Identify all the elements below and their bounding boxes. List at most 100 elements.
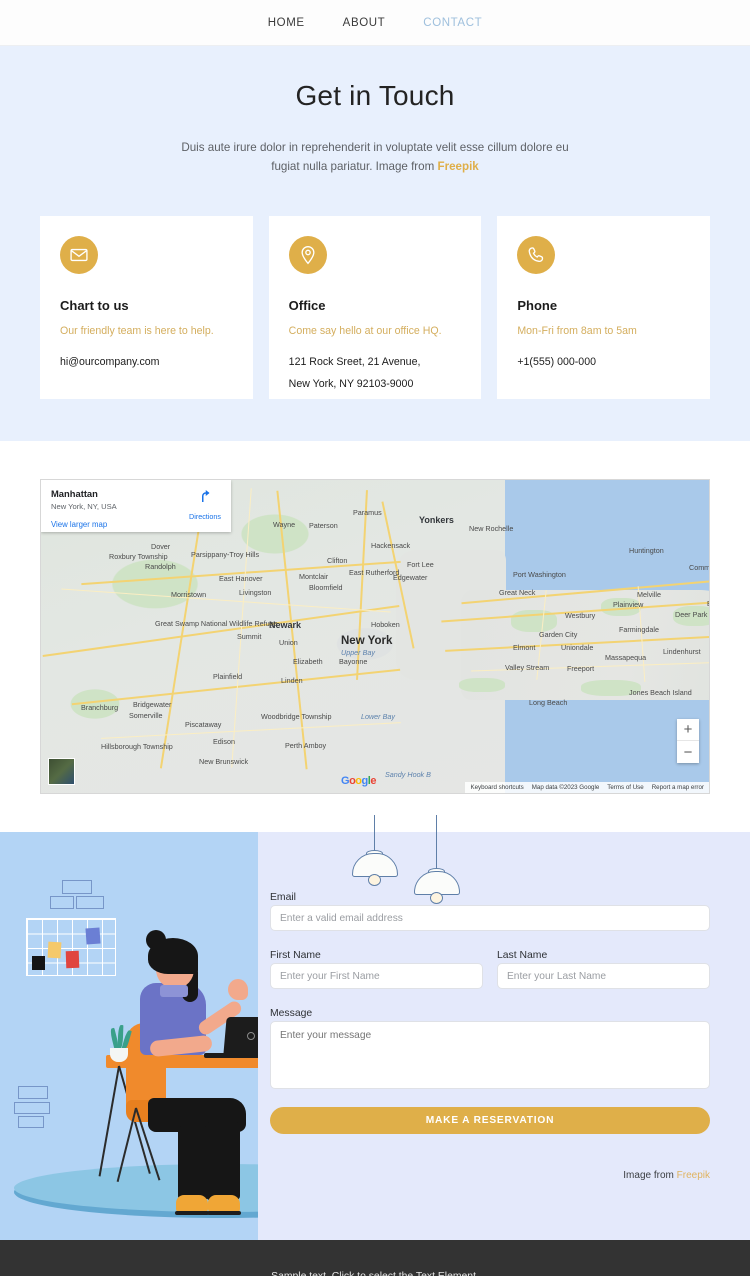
nav-item-about[interactable]: ABOUT xyxy=(343,17,386,29)
map-place-label: Commack xyxy=(689,563,710,572)
map-pin-icon xyxy=(288,236,327,274)
map-place-label: Garden City xyxy=(539,630,578,639)
map-place-label: East Hanover xyxy=(219,574,263,583)
person-leg-lower-front xyxy=(206,1122,240,1200)
map-zoom-in-button[interactable]: + xyxy=(677,719,699,741)
map-place-label: Hackensack xyxy=(371,541,411,550)
google-map[interactable]: New York Newark Yonkers Paramus Wayne Paterso… xyxy=(40,479,710,794)
terms-of-use-link[interactable]: Terms of Use xyxy=(607,784,643,791)
map-water-label: Lower Bay xyxy=(361,712,395,721)
card-subtitle: Mon-Fri from 8am to 5am xyxy=(517,325,637,337)
map-place-label: New Brunswick xyxy=(199,757,249,766)
reservation-form: Email First Name Last Name Message MAKE … xyxy=(258,815,750,1240)
nav-item-home[interactable]: HOME xyxy=(268,17,305,29)
sticky-note-red xyxy=(65,950,80,969)
page-title: Get in Touch xyxy=(295,80,455,111)
phone-icon xyxy=(517,236,556,274)
person-shoe-back xyxy=(176,1195,208,1212)
email-input[interactable] xyxy=(270,905,710,931)
map-place-label: Long Beach xyxy=(529,698,568,707)
card-title: Chart to us xyxy=(60,298,129,313)
card-value-1[interactable]: +1(555) 000-000 xyxy=(517,351,690,373)
map-place-label: Plainfield xyxy=(213,672,243,681)
card-title: Office xyxy=(288,298,326,313)
map-place-label: Edgewater xyxy=(393,573,428,582)
map-place-label: Piscataway xyxy=(185,720,222,729)
freepik-link-form[interactable]: Freepik xyxy=(677,1170,710,1181)
freepik-link-hero[interactable]: Freepik xyxy=(438,160,479,173)
wall-frame-icon xyxy=(76,896,104,909)
map-section: New York Newark Yonkers Paramus Wayne Paterso… xyxy=(0,441,750,832)
illustration xyxy=(0,832,430,1240)
reservation-section: Email First Name Last Name Message MAKE … xyxy=(0,815,750,1240)
page-footer: Sample text. Click to select the Text El… xyxy=(0,1240,750,1276)
envelope-icon xyxy=(60,236,98,274)
contact-card-office: Office Come say hello at our office HQ. … xyxy=(268,216,482,399)
map-place-label: Edison xyxy=(213,737,235,746)
map-place-label: Bloomfield xyxy=(309,583,343,592)
message-textarea[interactable] xyxy=(270,1021,710,1089)
map-place-label: Morristown xyxy=(171,590,207,599)
map-place-label: Brentwood xyxy=(707,599,709,608)
view-larger-map-link[interactable]: View larger map xyxy=(51,520,221,529)
card-value-1: 121 Rock Sreet, 21 Avenue, xyxy=(288,356,421,368)
map-place-label: Hillsborough Township xyxy=(101,742,173,751)
laptop-logo-icon xyxy=(247,1032,255,1040)
contact-page: HOME ABOUT CONTACT Get in Touch Duis aut… xyxy=(0,0,750,1276)
person-hand xyxy=(228,979,248,1000)
map-place-label: Wayne xyxy=(273,520,296,529)
google-watermark: Google xyxy=(341,775,376,787)
card-value-1[interactable]: hi@ourcompany.com xyxy=(60,351,233,373)
directions-icon xyxy=(202,490,210,502)
map-place-label: Valley Stream xyxy=(505,663,550,672)
map-water-label: Sandy Hook B xyxy=(385,770,431,779)
directions-label: Directions xyxy=(189,512,221,521)
email-label: Email xyxy=(270,892,296,903)
map-place-label: Parsippany-Troy Hills xyxy=(191,550,260,559)
image-credit: Image from Freepik xyxy=(270,1170,710,1181)
directions-button[interactable]: Directions xyxy=(189,487,221,521)
map-place-label: Bayonne xyxy=(339,657,368,666)
map-place-label: Paramus xyxy=(353,508,382,517)
map-place-label: Roxbury Township xyxy=(109,552,168,561)
nav-item-contact[interactable]: CONTACT xyxy=(423,17,482,29)
wall-frame-icon xyxy=(18,1116,44,1128)
map-satellite-thumbnail[interactable] xyxy=(48,758,75,785)
map-zoom-controls[interactable]: + − xyxy=(677,719,699,763)
map-place-label: Yonkers xyxy=(419,515,454,525)
first-name-input[interactable] xyxy=(270,963,483,989)
map-place-label: Jones Beach Island xyxy=(629,688,692,697)
image-credit-prefix: Image from xyxy=(623,1170,677,1181)
map-place-label: Randolph xyxy=(145,562,176,571)
contact-cards: Chart to us Our friendly team is here to… xyxy=(0,216,750,441)
footer-text[interactable]: Sample text. Click to select the Text El… xyxy=(271,1271,479,1276)
main-navigation: HOME ABOUT CONTACT xyxy=(0,0,750,46)
desk-leg xyxy=(98,1065,120,1177)
map-place-label: Huntington xyxy=(629,546,664,555)
sticky-note-blue xyxy=(85,927,101,945)
map-zoom-out-button[interactable]: − xyxy=(677,741,699,763)
map-place-label: Somerville xyxy=(129,711,163,720)
map-place-label: New York xyxy=(341,635,393,647)
contact-card-chat: Chart to us Our friendly team is here to… xyxy=(40,216,253,399)
first-name-label: First Name xyxy=(270,950,321,961)
person-shoe-sole xyxy=(175,1211,209,1215)
map-place-label: Uniondale xyxy=(561,643,594,652)
map-place-label: Branchburg xyxy=(81,703,119,712)
keyboard-shortcuts-link[interactable]: Keyboard shortcuts xyxy=(470,784,523,791)
last-name-group: Last Name xyxy=(497,945,710,989)
last-name-label: Last Name xyxy=(497,950,548,961)
map-park xyxy=(459,678,505,692)
wall-frame-icon xyxy=(14,1102,50,1114)
map-place-label: Great Neck xyxy=(499,588,536,597)
last-name-input[interactable] xyxy=(497,963,710,989)
map-place-label: Freeport xyxy=(567,664,595,673)
lamp-cord xyxy=(374,815,375,853)
map-place-label: New Rochelle xyxy=(469,524,514,533)
report-map-error-link[interactable]: Report a map error xyxy=(652,784,704,791)
map-place-label: Clifton xyxy=(327,556,348,565)
map-place-label: Melville xyxy=(637,590,661,599)
lamp-bulb xyxy=(368,874,381,886)
make-reservation-button[interactable]: MAKE A RESERVATION xyxy=(270,1107,710,1134)
sticky-note-yellow xyxy=(47,941,62,959)
